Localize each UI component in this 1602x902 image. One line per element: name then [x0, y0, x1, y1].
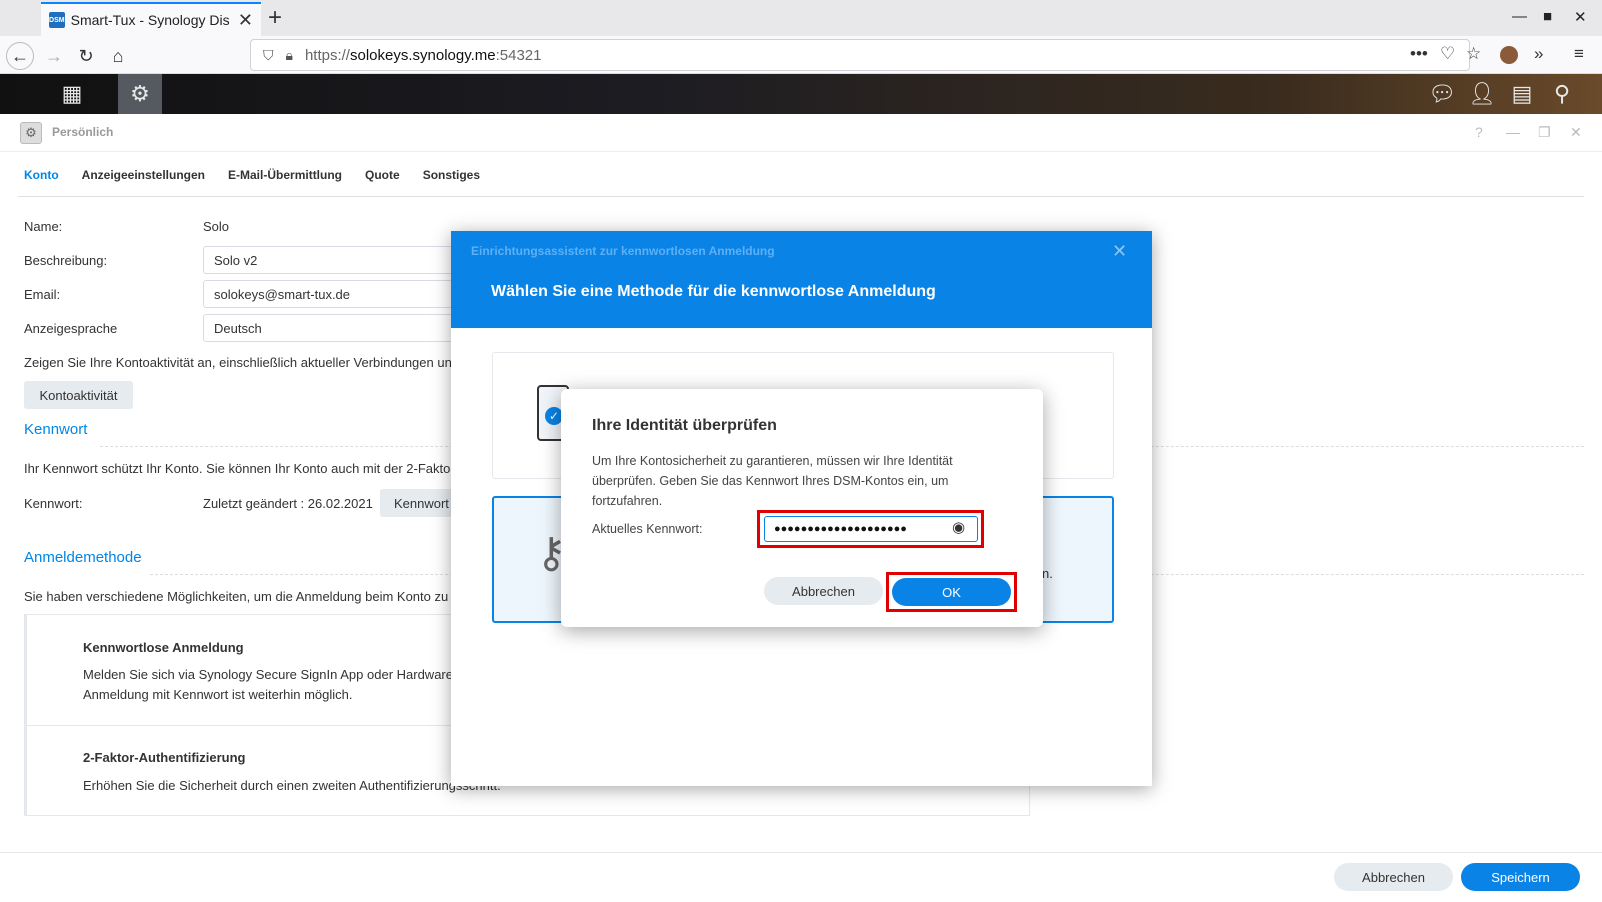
tab-anzeigeeinstellungen[interactable]: Anzeigeeinstellungen: [82, 168, 205, 192]
modal-ok-button[interactable]: OK: [892, 578, 1011, 606]
twofa-title: 2-Faktor-Authentifizierung: [83, 750, 246, 765]
profile-avatar[interactable]: [1500, 46, 1518, 64]
language-select[interactable]: Deutsch: [203, 314, 463, 342]
password-highlight: ●●●●●●●●●●●●●●●●●●●● ◉: [757, 510, 984, 548]
passwordless-title: Kennwortlose Anmeldung: [83, 640, 244, 655]
login-method-section-title: Anmeldemethode: [24, 549, 142, 566]
home-icon[interactable]: ⌂: [104, 42, 132, 70]
close-window-icon[interactable]: ✕: [1574, 8, 1587, 26]
widgets-icon[interactable]: ▤: [1504, 74, 1540, 114]
window-header: ⚙ Persönlich ? — ❐ ✕: [0, 114, 1602, 152]
main-menu-icon[interactable]: ▦: [34, 74, 110, 114]
modal-title: Ihre Identität überprüfen: [592, 417, 777, 434]
close-tab-icon[interactable]: ✕: [238, 10, 253, 31]
search-icon[interactable]: ⚲: [1544, 74, 1580, 114]
tab-konto[interactable]: Konto: [24, 168, 59, 192]
description-input[interactable]: Solo v2: [203, 246, 463, 274]
window-restore-icon[interactable]: ❐: [1538, 124, 1551, 141]
email-label: Email:: [24, 287, 61, 302]
minimize-icon[interactable]: —: [1512, 8, 1527, 25]
window-footer: Abbrechen Speichern: [0, 852, 1602, 902]
login-method-text: Sie haben verschiedene Möglichkeiten, um…: [24, 589, 449, 604]
more-icon[interactable]: •••: [1410, 44, 1428, 64]
name-label: Name:: [24, 219, 63, 234]
ok-highlight: OK: [886, 572, 1017, 612]
help-icon[interactable]: ?: [1475, 124, 1483, 140]
tab-sonstiges[interactable]: Sonstiges: [423, 168, 480, 192]
current-password-label: Aktuelles Kennwort:: [592, 522, 703, 536]
menu-icon[interactable]: ≡: [1574, 44, 1584, 64]
tab-quote[interactable]: Quote: [365, 168, 400, 192]
dsm-favicon-icon: DSM: [49, 12, 65, 28]
maximize-icon[interactable]: ■: [1543, 8, 1552, 25]
url-bar[interactable]: ⛉ 🔒︎ https://solokeys.synology.me:54321: [250, 39, 1470, 71]
twofa-text: Erhöhen Sie die Sicherheit durch einen z…: [83, 778, 501, 793]
tab-email[interactable]: E-Mail-Übermittlung: [228, 168, 342, 192]
browser-tabbar: DSM Smart-Tux - Synology Dis ✕ + — ■ ✕: [0, 0, 1602, 36]
wizard-close-icon[interactable]: ✕: [1112, 241, 1127, 262]
passwordless-text-2: Anmeldung mit Kennwort ist weiterhin mög…: [83, 687, 353, 702]
password-section-title: Kennwort: [24, 421, 88, 438]
email-input[interactable]: solokeys@smart-tux.de: [203, 280, 463, 308]
window-title: Persönlich: [52, 125, 114, 139]
password-dots: ●●●●●●●●●●●●●●●●●●●●: [774, 523, 907, 535]
reload-icon[interactable]: ↻: [72, 42, 100, 70]
pocket-icon[interactable]: ♡: [1440, 44, 1455, 64]
browser-tab[interactable]: DSM Smart-Tux - Synology Dis ✕: [41, 2, 261, 36]
activity-text: Zeigen Sie Ihre Kontoaktivität an, einsc…: [24, 355, 452, 370]
window-minimize-icon[interactable]: —: [1506, 124, 1520, 140]
password-label: Kennwort:: [24, 496, 83, 511]
wizard-subtitle: Einrichtungsassistent zur kennwortlosen …: [471, 244, 775, 258]
current-password-input[interactable]: ●●●●●●●●●●●●●●●●●●●●: [764, 516, 978, 542]
overflow-icon[interactable]: »: [1534, 44, 1543, 64]
dsm-taskbar: ▦ ⚙ 💬︎ 👤︎ ▤ ⚲: [0, 74, 1602, 114]
language-label: Anzeigesprache: [24, 321, 118, 336]
lock-icon[interactable]: 🔒︎: [286, 47, 293, 64]
name-value: Solo: [203, 219, 230, 234]
modal-cancel-button[interactable]: Abbrechen: [764, 577, 883, 605]
settings-tabs: Konto Anzeigeeinstellungen E-Mail-Übermi…: [24, 168, 480, 192]
description-label: Beschreibung:: [24, 253, 108, 268]
bookmark-star-icon[interactable]: ☆: [1466, 44, 1481, 64]
tab-divider: [18, 196, 1584, 197]
modal-description: Um Ihre Kontosicherheit zu garantieren, …: [592, 454, 953, 508]
url-text: https://solokeys.synology.me:54321: [304, 46, 542, 64]
browser-navbar: ← → ↻ ⌂ ⛉ 🔒︎ https://solokeys.synology.m…: [0, 36, 1602, 74]
footer-save-button[interactable]: Speichern: [1461, 863, 1580, 891]
back-icon[interactable]: ←: [6, 42, 34, 70]
new-tab-icon[interactable]: +: [268, 4, 282, 32]
user-icon[interactable]: 👤︎: [1464, 74, 1500, 114]
wizard-header: Einrichtungsassistent zur kennwortlosen …: [451, 231, 1152, 328]
personal-app-icon[interactable]: ⚙: [118, 74, 162, 114]
password-text: Ihr Kennwort schützt Ihr Konto. Sie könn…: [24, 461, 451, 476]
shield-icon[interactable]: ⛉: [263, 47, 274, 64]
chat-icon[interactable]: 💬︎: [1424, 74, 1460, 114]
password-changed: Zuletzt geändert : 26.02.2021: [203, 496, 373, 511]
toggle-visibility-icon[interactable]: ◉: [952, 518, 965, 536]
wizard-title: Wählen Sie eine Methode für die kennwort…: [491, 283, 936, 300]
verify-identity-modal: Ihre Identität überprüfen Um Ihre Kontos…: [561, 389, 1043, 627]
footer-cancel-button[interactable]: Abbrechen: [1334, 863, 1453, 891]
passwordless-text-1: Melden Sie sich via Synology Secure Sign…: [83, 667, 453, 682]
personal-window-icon: ⚙: [20, 122, 42, 144]
window-close-icon[interactable]: ✕: [1570, 124, 1582, 141]
account-activity-button[interactable]: Kontoaktivität: [24, 381, 133, 409]
method-card-text-tail: n.: [1042, 566, 1053, 581]
tab-title: Smart-Tux - Synology Dis: [70, 12, 230, 28]
forward-icon[interactable]: →: [40, 42, 68, 70]
